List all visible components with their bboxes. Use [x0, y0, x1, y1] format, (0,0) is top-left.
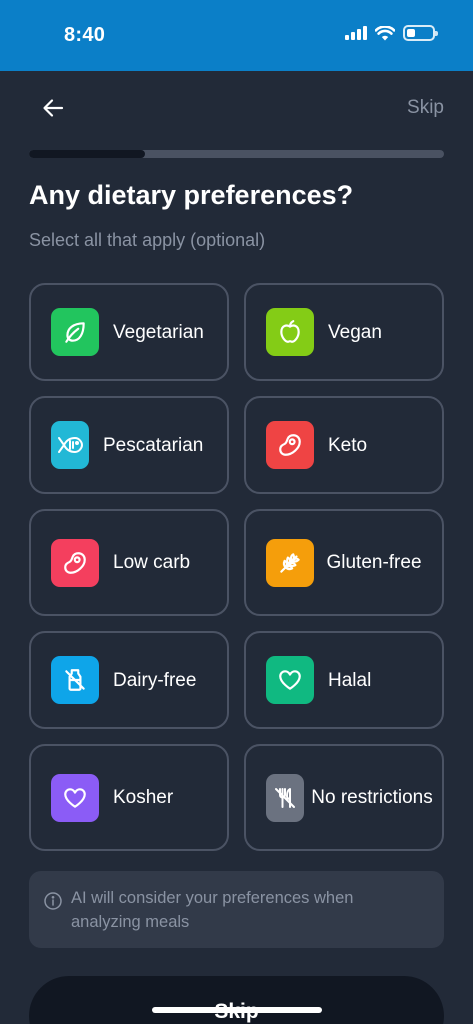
option-icon-box: [266, 421, 314, 469]
page-title: Any dietary preferences?: [29, 180, 354, 210]
option-dairy-free[interactable]: Dairy-free: [29, 631, 229, 729]
option-label: Low carb: [113, 552, 191, 573]
option-gluten-free[interactable]: Gluten-free: [244, 509, 444, 616]
option-label: Keto: [328, 434, 368, 456]
option-icon-box: [51, 656, 99, 704]
wifi-icon: [375, 25, 395, 40]
home-indicator: [152, 1007, 322, 1013]
apple-icon: [280, 320, 300, 343]
option-vegetarian[interactable]: Vegetarian: [29, 283, 229, 381]
heart-icon: [279, 670, 301, 690]
heart-icon: [64, 787, 86, 808]
option-label: Kosher: [113, 787, 174, 808]
status-bar: 8:40: [0, 0, 473, 71]
steak-icon: [279, 434, 301, 456]
option-label: Vegan: [328, 321, 382, 343]
cellular-signal-icon: [345, 26, 367, 40]
skip-button[interactable]: Skip: [29, 976, 444, 1024]
option-no-restrictions[interactable]: No restrictions: [244, 744, 444, 851]
option-keto[interactable]: Keto: [244, 396, 444, 494]
option-icon-box: [51, 421, 89, 469]
option-icon-box: [266, 773, 304, 822]
option-vegan[interactable]: Vegan: [244, 283, 444, 381]
fish-icon: [58, 437, 83, 453]
info-box: AI will consider your preferences when a…: [29, 871, 444, 948]
no-utensils-icon: [275, 787, 295, 808]
option-label: Gluten-free: [326, 552, 422, 573]
battery-icon: [403, 25, 438, 41]
option-halal[interactable]: Halal: [244, 631, 444, 729]
header: Skip: [0, 71, 473, 147]
info-icon: [44, 892, 62, 910]
option-label: Dairy-free: [113, 669, 197, 691]
wheat-icon: [280, 552, 300, 573]
option-icon-box: [51, 773, 99, 822]
info-text: AI will consider your preferences when a…: [71, 889, 354, 931]
option-icon-box: [266, 656, 314, 704]
arrow-left-icon: [43, 99, 64, 117]
progress-fill: [29, 150, 146, 158]
option-label: Pescatarian: [103, 434, 204, 456]
option-pescatarian[interactable]: Pescatarian: [29, 396, 229, 494]
option-icon-box: [266, 308, 314, 356]
skip-link[interactable]: Skip: [407, 97, 444, 119]
option-kosher[interactable]: Kosher: [29, 744, 229, 851]
option-label: Vegetarian: [113, 321, 204, 343]
option-label: Halal: [328, 669, 372, 691]
status-time: 8:40: [64, 24, 106, 46]
back-button[interactable]: [38, 93, 68, 123]
option-icon-box: [51, 538, 99, 587]
option-low-carb[interactable]: Low carb: [29, 509, 229, 616]
option-icon-box: [266, 538, 314, 587]
status-icons: [345, 25, 438, 41]
steak-icon: [64, 551, 86, 574]
page-subtitle: Select all that apply (optional): [29, 230, 266, 250]
progress-bar: [29, 150, 444, 158]
option-label: No restrictions: [311, 787, 433, 808]
option-icon-box: [51, 308, 99, 356]
leaf-icon: [65, 322, 85, 343]
no-milk-icon: [65, 669, 85, 691]
